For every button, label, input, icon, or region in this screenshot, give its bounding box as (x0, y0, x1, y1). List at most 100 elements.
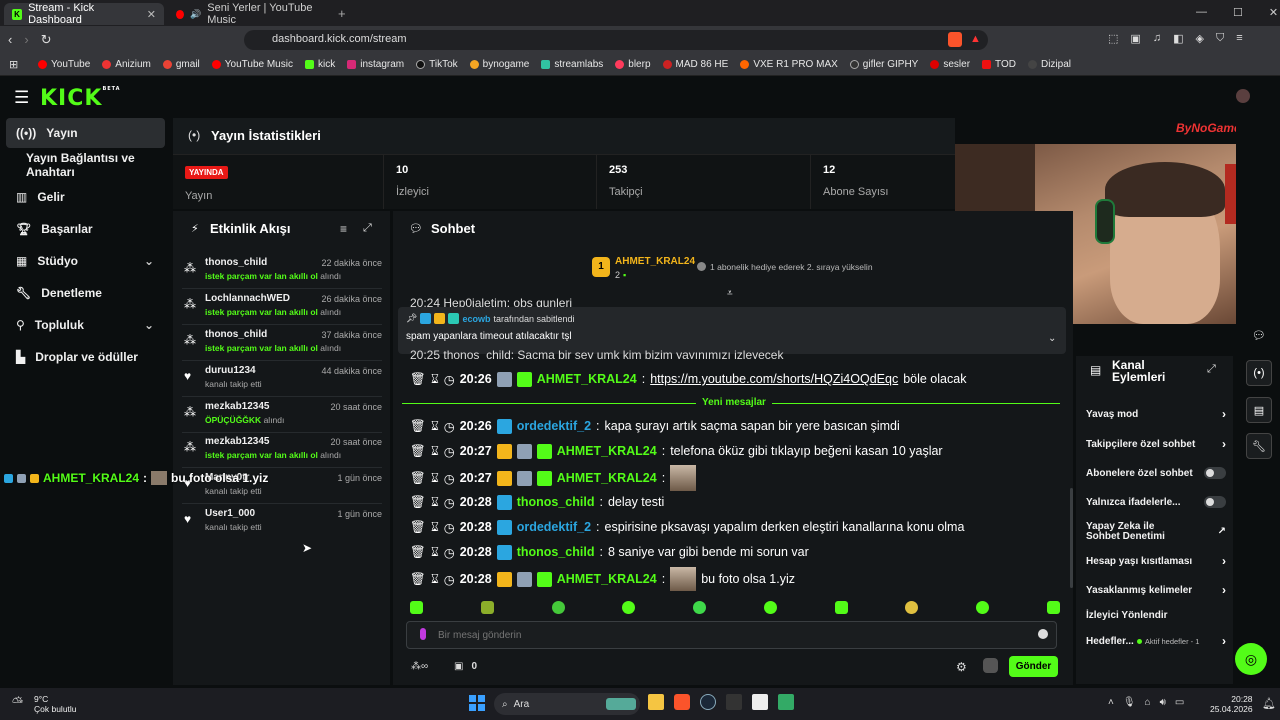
emote-icon[interactable] (905, 601, 919, 614)
music-icon[interactable]: ♫ (1153, 32, 1161, 45)
chevron-down-icon[interactable]: ⌄ (144, 318, 154, 332)
bookmark-anizium[interactable]: Anizium (102, 59, 151, 70)
sidebar-item-stream-key[interactable]: Yayın Bağlantısı ve Anahtarı (0, 150, 172, 180)
obs-icon[interactable] (778, 694, 794, 710)
sidebar-item-studyo[interactable]: ▦ Stüdyo ⌄ (0, 246, 172, 276)
bookmark-streamlabs[interactable]: streamlabs (541, 59, 603, 70)
popout-icon[interactable]: ⤢ (363, 222, 372, 235)
back-icon[interactable]: ‹ (8, 32, 12, 48)
chevron-up-icon[interactable]: ˄ (1108, 697, 1114, 708)
microphone-icon[interactable] (420, 628, 426, 640)
send-button[interactable]: Gönder (1009, 656, 1058, 677)
action-banned-words[interactable]: Yasaklanmış kelimeler › (1086, 576, 1226, 604)
trash-icon[interactable]: 🗑︎ (410, 572, 426, 587)
emote-icon[interactable] (480, 601, 494, 614)
chat-toggle-icon[interactable]: 💬︎ (1246, 322, 1272, 348)
file-explorer-icon[interactable] (648, 694, 664, 710)
top-gifter-user[interactable]: AHMET_KRAL24 (615, 256, 695, 267)
trash-icon[interactable]: 🗑︎ (410, 495, 426, 510)
emote-icon[interactable] (693, 601, 707, 614)
action-host[interactable]: İzleyici Yönlendir (1086, 601, 1226, 629)
emote-icon[interactable] (834, 601, 848, 614)
timeout-icon[interactable]: ⌛︎ (431, 495, 439, 510)
store-app-icon[interactable] (752, 694, 768, 710)
moderation-toggle-icon[interactable]: 🔧︎ (1246, 433, 1272, 459)
action-slow-mode[interactable]: Yavaş mod › (1086, 400, 1226, 428)
volume-icon[interactable]: 🔊︎ (1160, 697, 1166, 708)
settings-gear-icon[interactable]: ⚙ (956, 660, 967, 674)
tab-youtube-music[interactable]: 🔊 Seni Yerler | YouTube Music (168, 2, 338, 26)
trash-icon[interactable]: 🗑︎ (410, 444, 426, 459)
timeout-icon[interactable]: ⌛︎ (431, 444, 439, 459)
emote-icon[interactable] (1046, 601, 1060, 614)
user-avatar[interactable] (1236, 89, 1250, 103)
reload-icon[interactable]: ↻ (41, 32, 52, 48)
windows-start-icon[interactable] (469, 695, 485, 711)
timeout-icon[interactable]: ⌛︎ (431, 372, 439, 387)
bookmark-giphy[interactable]: gifler GIPHY (849, 59, 918, 70)
chat-scrollbar[interactable] (1070, 488, 1073, 588)
bookmark-bynogame[interactable]: bynogame (469, 59, 529, 70)
chat-link[interactable]: https://m.youtube.com/shorts/HQZi4OQdEqc (650, 372, 898, 386)
bookmark-mad86[interactable]: MAD 86 HE (662, 59, 728, 70)
new-tab-icon[interactable]: + (338, 6, 346, 21)
chevron-down-icon[interactable]: ⌄ (144, 254, 154, 268)
action-account-age[interactable]: Hesap yaşı kısıtlaması › (1086, 547, 1226, 575)
store-icon[interactable]: ▣ (454, 661, 463, 672)
hamburger-menu-icon[interactable]: ☰ (14, 88, 29, 108)
taskbar-clock[interactable]: 20:28 25.04.2026 (1210, 694, 1253, 714)
tab-kick-dashboard[interactable]: K Stream - Kick Dashboard ✕ (4, 2, 164, 26)
popout-icon[interactable]: ⤢ (1207, 363, 1216, 376)
filter-icon[interactable]: ≡ (340, 222, 347, 236)
sidebar-item-denetleme[interactable]: 🔧︎ Denetleme (0, 278, 172, 308)
emote-icon[interactable] (551, 601, 565, 614)
epic-games-icon[interactable] (726, 694, 742, 710)
trash-icon[interactable]: 🗑︎ (410, 471, 426, 486)
emote-icon[interactable] (622, 601, 636, 614)
bookmark-kick[interactable]: kick (304, 59, 335, 70)
timeout-icon[interactable]: ⌛︎ (431, 572, 439, 587)
weather-widget[interactable]: 9°C Çok bulutlu (34, 694, 77, 714)
subs-only-toggle[interactable] (1204, 467, 1226, 479)
menu-icon[interactable]: ≡ (1236, 32, 1242, 45)
timeout-icon[interactable]: ⌛︎ (431, 545, 439, 560)
sidebar-icon[interactable]: ◧ (1173, 32, 1183, 45)
emote-icon[interactable] (976, 601, 990, 614)
timeout-icon[interactable]: ⌛︎ (431, 471, 439, 486)
sidebar-item-yayin[interactable]: ((•)) Yayın (6, 118, 165, 148)
channel-points-icon[interactable]: ⁂∞ (411, 661, 428, 672)
sidebar-item-droplar[interactable]: ▙ Droplar ve ödüller (0, 342, 172, 372)
action-goals[interactable]: Hedefler... Aktif hedefler - 1 › (1086, 627, 1226, 655)
screenshot-icon[interactable]: ▣ (1130, 32, 1140, 45)
emotes-only-toggle[interactable] (1204, 496, 1226, 508)
vpn-icon[interactable]: ⛉ (1216, 32, 1224, 45)
brave-shield-icon[interactable] (948, 32, 962, 47)
trash-icon[interactable]: 🗑︎ (410, 520, 426, 535)
bookmark-youtube[interactable]: YouTube (38, 59, 90, 70)
sidebar-item-topluluk[interactable]: ⚲ Topluluk ⌄ (0, 310, 172, 340)
emote-icon[interactable] (410, 601, 423, 614)
trash-icon[interactable]: 🗑︎ (410, 419, 426, 434)
url-input[interactable]: dashboard.kick.com/stream (244, 30, 988, 50)
brave-browser-icon[interactable] (674, 694, 690, 710)
chevron-down-icon[interactable]: ⌄ (1048, 333, 1056, 344)
timeout-icon[interactable]: ⌛︎ (431, 520, 439, 535)
trash-icon[interactable]: 🗑︎ (410, 545, 426, 560)
sidebar-item-gelir[interactable]: ▥ Gelir (0, 182, 172, 212)
sidebar-item-basarilar[interactable]: 🏆︎ Başarılar (0, 214, 172, 244)
notifications-icon[interactable]: 🔔︎ (1262, 697, 1276, 710)
kick-logo[interactable]: KICKBETA (40, 86, 121, 111)
brave-rewards-icon[interactable]: ▲ (970, 33, 981, 45)
broadcast-toggle-icon[interactable]: (•) (1246, 360, 1272, 386)
action-followers-only[interactable]: Takipçilere özel sohbet › (1086, 430, 1226, 458)
action-emotes-only[interactable]: Yalnızca ifadelerle... (1086, 488, 1226, 516)
bookmark-dizipal[interactable]: Dizipal (1027, 59, 1071, 70)
mic-tray-icon[interactable]: 🎙︎ (1123, 697, 1136, 708)
chat-input[interactable] (438, 626, 1018, 644)
window-close-icon[interactable]: ✕ (1269, 6, 1278, 19)
emote-icon[interactable] (763, 601, 777, 614)
bookmark-gmail[interactable]: gmail (162, 59, 200, 70)
timeout-icon[interactable]: ⌛︎ (431, 419, 439, 434)
pinned-by-user[interactable]: ecowb (462, 314, 490, 324)
action-subs-only[interactable]: Abonelere özel sohbet (1086, 459, 1226, 487)
